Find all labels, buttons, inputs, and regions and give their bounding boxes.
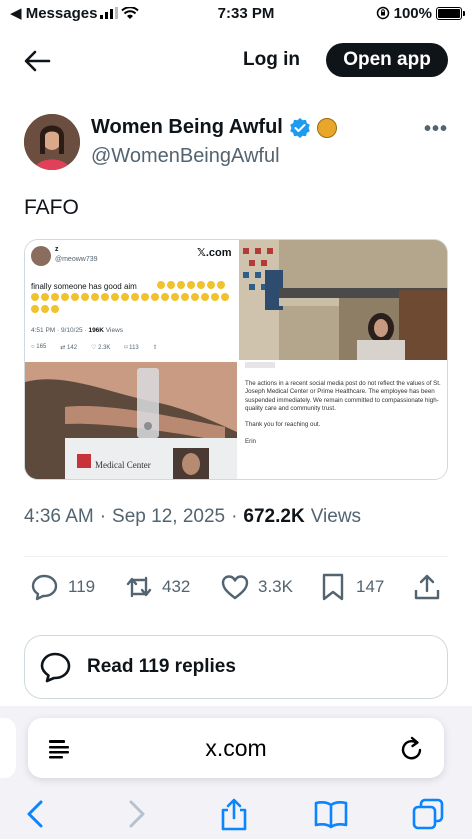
browser-toolbar [0,792,472,836]
tweet-timestamp-row: 4:36 AM · Sep 12, 2025 · 672.2K Views [24,506,361,528]
embedded-emoji-row [157,281,225,289]
divider [24,556,448,557]
statement-sign: Erin [245,437,257,445]
verified-badge-icon [290,117,310,138]
top-nav: Log in Open app [0,38,472,84]
read-replies-button[interactable]: Read 119 replies [24,635,448,699]
share-button[interactable] [412,572,442,602]
browser-forward-icon[interactable] [118,796,154,832]
separator-dot: · [99,506,107,527]
statement-text: The actions in a recent social media pos… [245,380,441,454]
statement-thanks: Thank you for reaching out. [245,421,321,429]
battery-icon [436,6,465,20]
embedded-handle: @meoww739 [55,256,98,263]
share-icon [414,574,440,600]
tweet-time[interactable]: 4:36 AM [24,506,94,528]
statement-header [245,362,275,368]
back-arrow-icon[interactable] [22,48,52,74]
embedded-avatar [31,246,51,266]
more-options-icon[interactable]: ••• [424,118,448,141]
avatar[interactable] [24,114,80,170]
repost-button[interactable]: 432 [124,572,190,602]
embedded-name: z [55,246,59,253]
reply-button[interactable]: 119 [30,572,95,602]
embedded-emoji-row [31,293,229,301]
repost-count: 432 [162,577,191,596]
bookmark-icon [322,573,344,601]
bookmark-button[interactable]: 147 [318,572,384,602]
repost-icon [126,576,152,598]
status-bar: ◀ Messages 7:33 PM 100% [0,0,472,26]
separator-dot: · [231,506,238,527]
tweet-text: FAFO [24,196,79,219]
read-replies-label: Read 119 replies [87,656,236,677]
media-embedded-tweet-screenshot[interactable]: z @meoww739 𝕏.com finally someone has go… [25,240,237,360]
bookmarks-book-icon[interactable] [313,796,349,832]
author-name-row[interactable]: Women Being Awful [91,116,337,139]
signal-icon [100,7,119,19]
replies-bubble-icon [40,652,71,683]
embedded-x-label: 𝕏.com [197,247,232,259]
embedded-meta: 4:51 PM · 9/10/25 · 196K Views [31,327,124,334]
author-display-name[interactable]: Women Being Awful [91,116,283,139]
reply-count: 119 [68,577,96,596]
back-to-app-link[interactable]: ◀ Messages [10,4,97,22]
tabs-icon[interactable] [410,796,446,832]
affiliate-badge-icon [316,117,337,138]
tweet-action-bar: 119 432 3.3K 147 [24,572,448,612]
bookmark-count: 147 [356,577,385,596]
login-link[interactable]: Log in [243,49,300,71]
badge-text: Medical Center [95,460,151,470]
reply-icon [31,574,58,601]
reload-icon[interactable] [398,735,426,763]
statement-body: The actions in a recent social media pos… [245,380,441,413]
embedded-actions: ○ 165 ⇄ 142 ♡ 2.3K ⌑ 113 ⇧ [31,344,158,351]
previous-tab-peek[interactable] [0,718,16,778]
media-statement-screenshot[interactable]: The actions in a recent social media pos… [239,362,447,479]
open-app-button[interactable]: Open app [326,43,448,77]
embedded-emoji-row [31,305,59,313]
battery-percent: 100% [393,4,432,22]
orientation-lock-icon [376,6,389,20]
tweet-date[interactable]: Sep 12, 2025 [112,506,225,528]
browser-back-icon[interactable] [18,796,54,832]
address-bar[interactable]: x.com [28,718,444,778]
embedded-text: finally someone has good aim [31,282,137,291]
browser-share-icon[interactable] [216,796,252,832]
media-restroom-photo[interactable] [239,240,447,360]
like-count: 3.3K [258,577,293,596]
clock: 7:33 PM [217,4,275,22]
like-button[interactable]: 3.3K [220,572,293,602]
heart-icon [221,575,249,600]
views-count: 672.2K [243,506,305,527]
tweet-media-grid[interactable]: z @meoww739 𝕏.com finally someone has go… [24,239,448,480]
author-handle[interactable]: @WomenBeingAwful [91,145,280,168]
views-label: Views [310,506,362,527]
browser-chrome: x.com [0,706,472,839]
wifi-icon [121,6,140,19]
url-text[interactable]: x.com [28,735,444,762]
media-badge-photo[interactable]: Medical Center [25,362,237,479]
